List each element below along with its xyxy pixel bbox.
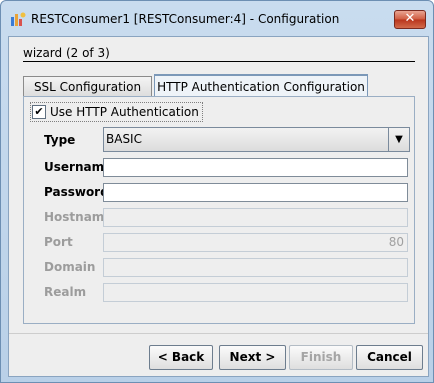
finish-button: Finish bbox=[289, 345, 353, 370]
wizard-step-label: wizard (2 of 3) bbox=[23, 46, 110, 60]
config-window: RESTConsumer1 [RESTConsumer:4] - Configu… bbox=[0, 0, 434, 383]
back-button[interactable]: < Back bbox=[149, 345, 213, 370]
chevron-down-icon[interactable]: ▼ bbox=[388, 128, 409, 151]
username-label: Username bbox=[44, 160, 113, 174]
checkmark-icon[interactable]: ✔ bbox=[32, 105, 46, 119]
button-divider bbox=[9, 333, 428, 334]
port-field: 80 bbox=[103, 233, 408, 252]
cancel-button[interactable]: Cancel bbox=[356, 345, 423, 370]
password-field[interactable] bbox=[103, 183, 408, 202]
tab-http-authentication[interactable]: HTTP Authentication Configuration bbox=[154, 74, 368, 98]
realm-label: Realm bbox=[44, 285, 87, 299]
app-icon bbox=[11, 12, 26, 26]
header-divider bbox=[23, 61, 415, 62]
use-http-auth-checkbox[interactable]: ✔ Use HTTP Authentication bbox=[30, 102, 203, 122]
realm-field bbox=[103, 283, 408, 302]
title-bar[interactable]: RESTConsumer1 [RESTConsumer:4] - Configu… bbox=[1, 1, 433, 37]
close-button[interactable]: ✕ bbox=[394, 10, 426, 29]
next-button[interactable]: Next > bbox=[219, 345, 286, 370]
use-http-auth-label: Use HTTP Authentication bbox=[50, 105, 199, 119]
window-title: RESTConsumer1 [RESTConsumer:4] - Configu… bbox=[31, 12, 340, 26]
domain-label: Domain bbox=[44, 260, 96, 274]
tab-ssl-configuration[interactable]: SSL Configuration bbox=[23, 76, 152, 97]
port-value: 80 bbox=[388, 235, 404, 249]
username-field[interactable] bbox=[103, 158, 408, 177]
http-auth-panel: ✔ Use HTTP Authentication Type BASIC ▼ U… bbox=[23, 96, 415, 324]
port-label: Port bbox=[44, 235, 73, 249]
dialog-body: wizard (2 of 3) SSL Configuration HTTP A… bbox=[8, 36, 429, 377]
type-dropdown[interactable]: BASIC ▼ bbox=[103, 127, 410, 152]
type-label: Type bbox=[44, 133, 76, 147]
close-icon: ✕ bbox=[404, 11, 416, 26]
hostname-field bbox=[103, 208, 408, 227]
domain-field bbox=[103, 258, 408, 277]
password-label: Password bbox=[44, 185, 109, 199]
type-value: BASIC bbox=[106, 132, 142, 146]
